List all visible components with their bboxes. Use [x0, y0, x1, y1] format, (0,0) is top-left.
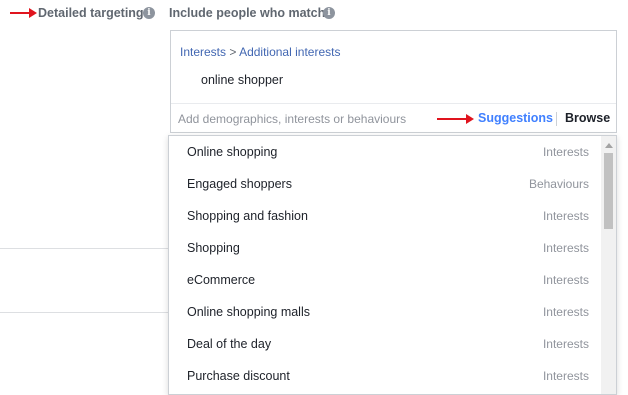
- suggestion-type: Interests: [542, 305, 589, 319]
- annotation-arrow-icon: [10, 8, 37, 18]
- box-divider: [171, 103, 616, 104]
- detailed-targeting-label: Detailed targeting: [38, 6, 144, 20]
- suggestion-name: eCommerce: [187, 273, 256, 287]
- list-item[interactable]: eCommerce Interests: [169, 264, 601, 296]
- list-item[interactable]: Shopping and fashion Interests: [169, 200, 601, 232]
- suggestion-type: Interests: [542, 145, 589, 159]
- scrollbar-thumb[interactable]: [604, 153, 613, 229]
- suggestions-list: Online shopping Interests Engaged shoppe…: [169, 136, 601, 392]
- browse-button[interactable]: Browse: [565, 111, 610, 125]
- include-label: Include people who match: [169, 6, 326, 20]
- section-divider: [0, 248, 168, 249]
- selected-interest[interactable]: online shopper: [201, 73, 283, 87]
- suggestion-name: Shopping: [187, 241, 240, 255]
- list-item[interactable]: Online shopping Interests: [169, 136, 601, 168]
- suggestion-name: Deal of the day: [187, 337, 272, 351]
- list-item[interactable]: Shopping Interests: [169, 232, 601, 264]
- suggestion-name: Online shopping malls: [187, 305, 310, 319]
- search-input[interactable]: [178, 110, 418, 128]
- list-item[interactable]: Online shopping malls Interests: [169, 296, 601, 328]
- suggestions-dropdown: Online shopping Interests Engaged shoppe…: [168, 135, 617, 395]
- section-divider: [0, 312, 168, 313]
- list-item[interactable]: Engaged shoppers Behaviours: [169, 168, 601, 200]
- suggestion-name: Engaged shoppers: [187, 177, 292, 191]
- breadcrumb-root[interactable]: Interests: [180, 45, 226, 59]
- suggestion-name: Shopping and fashion: [187, 209, 308, 223]
- suggestion-type: Interests: [542, 337, 589, 351]
- targeting-box: Interests > Additional interests online …: [170, 30, 617, 133]
- info-icon[interactable]: i: [323, 7, 335, 19]
- suggestion-type: Behaviours: [528, 177, 589, 191]
- annotation-arrow-icon: [437, 114, 474, 124]
- suggestion-type: Interests: [542, 273, 589, 287]
- list-item[interactable]: Purchase discount Interests: [169, 360, 601, 392]
- action-separator: [556, 112, 557, 126]
- info-icon[interactable]: i: [143, 7, 155, 19]
- breadcrumb: Interests > Additional interests: [180, 45, 340, 59]
- breadcrumb-leaf[interactable]: Additional interests: [239, 45, 340, 59]
- scroll-up-icon[interactable]: [605, 143, 613, 148]
- suggestion-name: Online shopping: [187, 145, 278, 159]
- scrollbar[interactable]: [601, 136, 616, 394]
- suggestion-type: Interests: [542, 209, 589, 223]
- suggestion-type: Interests: [542, 369, 589, 383]
- suggestion-name: Purchase discount: [187, 369, 290, 383]
- suggestions-button[interactable]: Suggestions: [478, 111, 553, 125]
- list-item[interactable]: Deal of the day Interests: [169, 328, 601, 360]
- breadcrumb-separator: >: [229, 45, 237, 59]
- suggestion-type: Interests: [542, 241, 589, 255]
